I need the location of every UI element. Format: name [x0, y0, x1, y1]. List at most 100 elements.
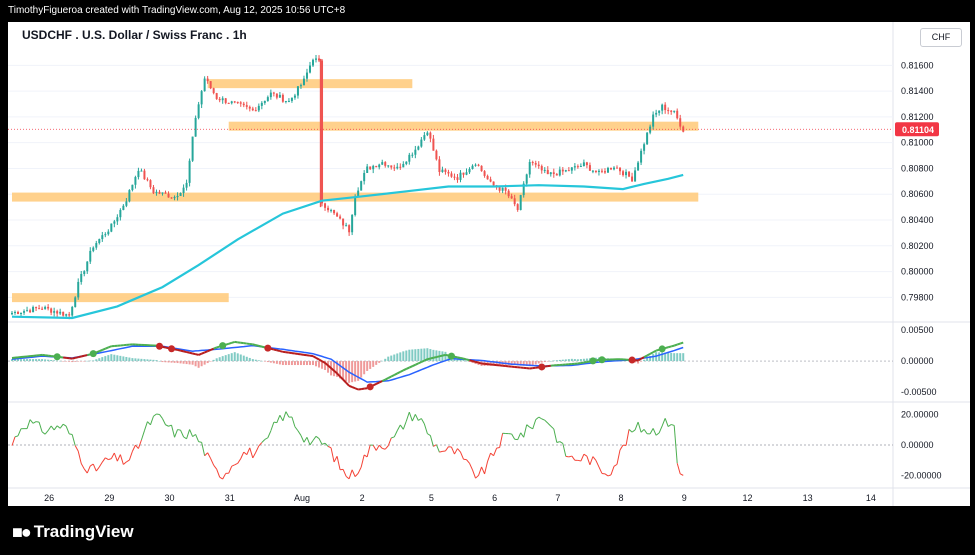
candle-body: [80, 274, 83, 282]
oscillator-line-segment: [595, 460, 600, 468]
candle-body: [381, 162, 384, 165]
macd-line-segment: [463, 357, 467, 361]
macd-histogram-bar: [375, 361, 378, 365]
macd-line-segment: [402, 368, 407, 372]
oscillator-line-segment: [487, 452, 492, 462]
candle-body: [534, 162, 537, 165]
oscillator-line-segment: [231, 464, 235, 467]
macd-histogram-bar: [682, 353, 685, 362]
macd-histogram-bar: [188, 361, 191, 365]
candle-body: [480, 165, 483, 172]
candle-body: [206, 78, 209, 82]
oscillator-line-segment: [637, 421, 642, 433]
price-tick-label: 0.81600: [901, 60, 934, 70]
oscillator-line-segment: [445, 446, 449, 452]
oscillator-line-segment: [523, 424, 528, 438]
oscillator-line-segment: [126, 459, 130, 463]
macd-line-segment: [279, 350, 284, 353]
macd-histogram-bar: [363, 361, 366, 375]
macd-histogram-bar: [369, 361, 372, 369]
currency-button[interactable]: CHF: [920, 28, 962, 47]
macd-histogram-bar: [534, 361, 537, 365]
macd-histogram-bar: [176, 361, 179, 364]
candle-body: [50, 308, 53, 313]
macd-histogram-bar: [68, 361, 71, 362]
macd-line-segment: [95, 350, 100, 354]
candle-body: [215, 93, 218, 99]
time-axis-label: 30: [165, 493, 175, 503]
time-axis-label: 31: [225, 493, 235, 503]
candle-body: [453, 176, 456, 178]
candle-body: [652, 114, 655, 127]
macd-histogram-bar: [95, 359, 98, 362]
oscillator-line-segment: [327, 445, 332, 449]
candle-body: [44, 306, 47, 309]
macd-histogram-bar: [248, 357, 251, 362]
candle-body: [65, 314, 68, 316]
oscillator-line-segment: [667, 424, 672, 427]
macd-histogram-bar: [107, 355, 110, 362]
oscillator-line-segment: [149, 416, 154, 425]
oscillator-line-segment: [481, 466, 486, 475]
candle-body: [471, 165, 474, 169]
oscillator-line-segment: [391, 436, 395, 439]
oscillator-line-segment: [556, 441, 560, 443]
candle-body: [143, 170, 146, 180]
oscillator-line-segment: [140, 430, 145, 441]
macd-histogram-bar: [236, 353, 239, 362]
candle-body: [92, 247, 95, 251]
candle-body: [107, 231, 110, 235]
oscillator-line-segment: [282, 411, 287, 421]
candle-body: [585, 162, 588, 166]
chart-panel[interactable]: 0.81600 0.81400 0.81200 0.81000 0.80800 0.806…: [8, 22, 970, 506]
macd-histogram-bar: [414, 349, 417, 362]
candle-body: [582, 162, 585, 166]
oscillator-line-segment: [396, 424, 401, 431]
macd-line-segment: [420, 359, 425, 363]
candle-body: [53, 311, 56, 313]
macd-histogram-bar: [122, 356, 125, 362]
candle-body: [588, 165, 591, 171]
oscillator-line-segment: [294, 426, 299, 432]
macd-histogram-bar: [89, 360, 92, 362]
macd-histogram-bar: [50, 359, 53, 362]
macd-histogram-bar: [32, 359, 35, 362]
candle-body: [56, 311, 59, 314]
macd-line-segment: [454, 355, 458, 359]
time-axis-label: 12: [742, 493, 752, 503]
macd-histogram-bar: [125, 356, 128, 362]
candle-body: [95, 243, 98, 248]
oscillator-line-segment: [499, 433, 504, 448]
macd-histogram-bar: [212, 359, 215, 362]
chart-canvas[interactable]: 0.81600 0.81400 0.81200 0.81000 0.80800 0.806…: [8, 22, 970, 506]
candle-body: [339, 216, 342, 219]
price-tick-label: 0.81000: [901, 138, 934, 148]
oscillator-line-segment: [420, 418, 425, 425]
oscillator-tick-label: -20.00000: [901, 470, 942, 480]
tradingview-brand[interactable]: ■● TradingView: [12, 520, 134, 544]
macd-histogram-bar: [402, 351, 405, 362]
macd-histogram-bar: [101, 357, 104, 362]
macd-histogram-bar: [284, 361, 287, 366]
macd-line-segment: [87, 353, 91, 357]
candle-body: [435, 150, 438, 160]
macd-histogram-bar: [296, 361, 299, 366]
macd-histogram-bar: [299, 361, 302, 366]
oscillator-line-segment: [541, 418, 545, 421]
oscillator-line-segment: [41, 431, 46, 435]
oscillator-line-segment: [315, 435, 320, 439]
oscillator-line-segment: [405, 411, 410, 422]
candle-body: [305, 72, 308, 79]
oscillator-line-segment: [237, 458, 242, 464]
candle-body: [275, 93, 278, 98]
macd-histogram-bar: [224, 355, 227, 362]
candle-body: [251, 108, 254, 111]
candle-body: [155, 191, 158, 194]
macd-histogram-bar: [44, 359, 47, 362]
oscillator-line-segment: [517, 432, 522, 440]
macd-histogram-bar: [540, 361, 543, 363]
candle-body: [218, 98, 221, 101]
candle-body: [182, 187, 185, 194]
macd-histogram-bar: [29, 359, 32, 362]
macd-line-segment: [252, 343, 257, 347]
